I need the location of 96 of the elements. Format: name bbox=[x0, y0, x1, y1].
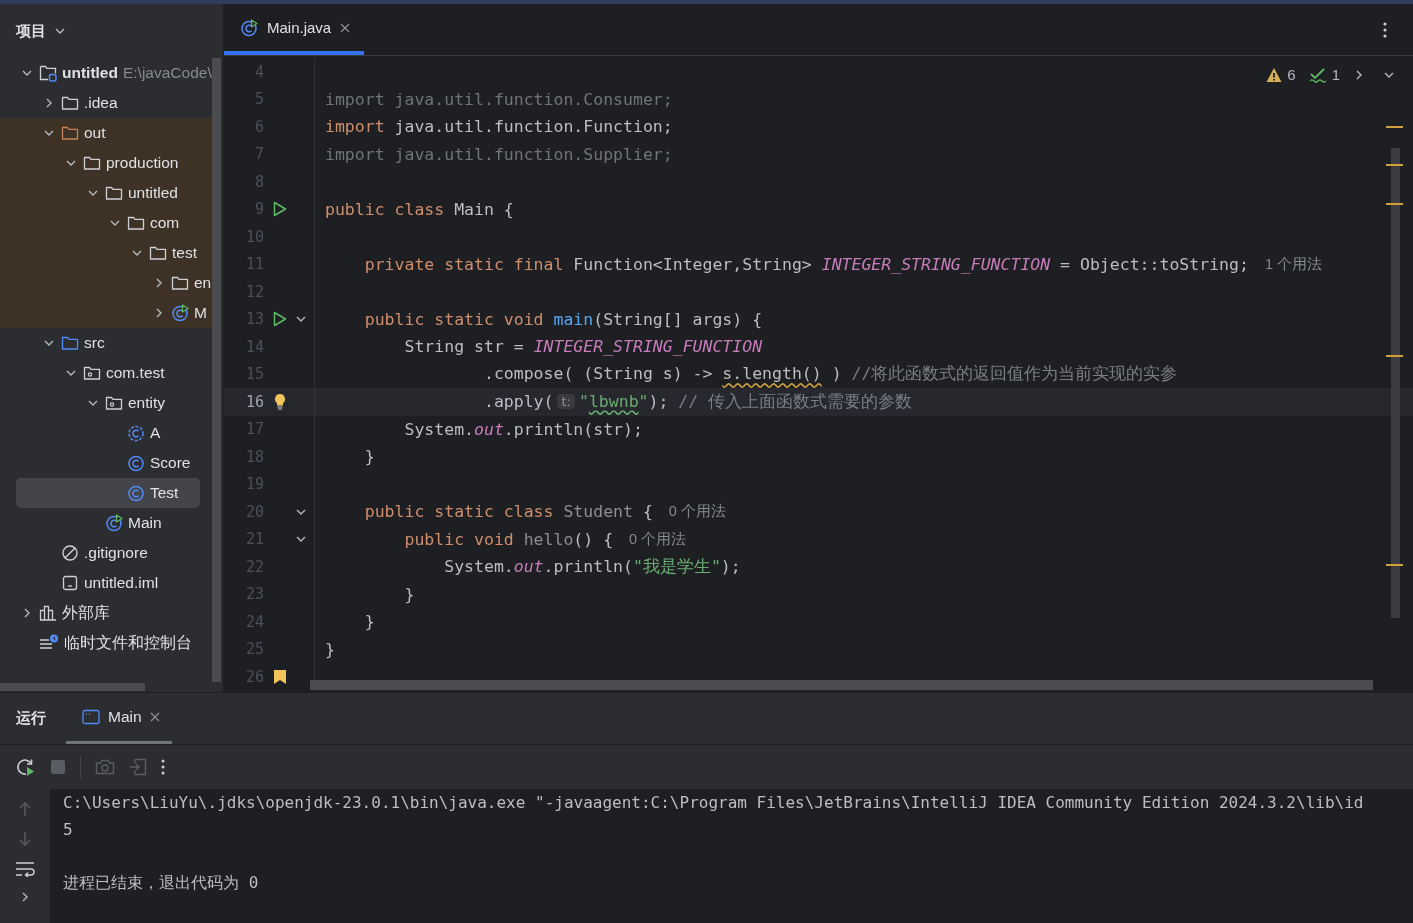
tree-item[interactable]: untitled bbox=[0, 178, 212, 208]
code-text: } bbox=[363, 612, 375, 632]
folder-icon bbox=[61, 95, 79, 111]
code-text: System.out.println(str); bbox=[403, 419, 643, 439]
warning-marker[interactable] bbox=[1386, 164, 1403, 166]
file-icon bbox=[61, 574, 79, 592]
panel-title[interactable]: 项目 bbox=[16, 21, 46, 41]
class-icon bbox=[127, 454, 145, 472]
scrollbar[interactable] bbox=[310, 680, 1373, 690]
folder-icon bbox=[61, 125, 79, 141]
path-hint: E:\javaCode\ bbox=[122, 64, 212, 82]
code-text: public void hello() { bbox=[403, 529, 614, 549]
folder-icon bbox=[149, 245, 167, 261]
rerun-icon[interactable] bbox=[16, 757, 36, 777]
close-icon[interactable] bbox=[149, 712, 160, 722]
scrollbar[interactable] bbox=[212, 58, 221, 682]
line-number: 16 bbox=[244, 392, 264, 411]
class-run-icon bbox=[240, 18, 258, 37]
window-icon bbox=[82, 709, 100, 725]
code-text: import java.util.function.Function; bbox=[325, 117, 673, 137]
console-output: 5 bbox=[62, 819, 74, 841]
close-icon[interactable] bbox=[340, 22, 351, 33]
code-text: public class Main { bbox=[325, 199, 514, 219]
tree-item[interactable]: com bbox=[0, 208, 212, 238]
run-tab[interactable]: Main bbox=[66, 693, 172, 744]
warning-icon[interactable] bbox=[1266, 66, 1283, 83]
code-text: .apply( bbox=[482, 392, 554, 412]
library-icon bbox=[39, 604, 57, 622]
tree-item[interactable]: .idea bbox=[0, 88, 212, 118]
tree-item[interactable]: out bbox=[0, 118, 212, 148]
usage-hint[interactable]: 0 个用法 bbox=[629, 529, 687, 549]
usage-hint[interactable]: 0 个用法 bbox=[668, 502, 726, 522]
tree-item[interactable]: com.test bbox=[0, 358, 212, 388]
check-icon[interactable] bbox=[1308, 66, 1327, 83]
tree-item[interactable]: untitled.iml bbox=[0, 568, 212, 598]
class-icon bbox=[127, 484, 145, 502]
code-text: private static final Function<Integer,String> INTEGER_STRING_FUNCTION = Object::toString; bbox=[363, 254, 1249, 274]
folder-icon bbox=[105, 185, 123, 201]
folder-icon bbox=[61, 335, 79, 351]
project-folder-icon bbox=[39, 64, 57, 82]
folder-icon bbox=[105, 395, 123, 411]
run-icon[interactable] bbox=[272, 311, 288, 328]
selected-tree-item[interactable]: Test bbox=[16, 478, 200, 508]
scrollbar[interactable] bbox=[1391, 148, 1400, 618]
tree-item[interactable]: M bbox=[0, 298, 212, 328]
editor-tab[interactable]: Main.java bbox=[224, 4, 365, 55]
class-icon bbox=[127, 424, 145, 442]
warning-marker[interactable] bbox=[1386, 564, 1403, 566]
code-text: import java.util.function.Consumer; bbox=[325, 89, 673, 109]
warning-marker[interactable] bbox=[1386, 355, 1403, 357]
code-text: "lbwnb"); // 传入上面函数式需要的参数 bbox=[578, 390, 913, 413]
prohibited-icon bbox=[61, 544, 79, 562]
code-text: .compose( (String s) -> s.length() ) //将此函数式的返回值作为当前实现的实参 bbox=[482, 363, 1178, 386]
code-text: public static class Student { bbox=[363, 502, 653, 522]
code-text: System.out.println("我是学生"); bbox=[443, 555, 741, 578]
warning-marker[interactable] bbox=[1386, 203, 1403, 205]
parameter-hint: t: bbox=[557, 394, 575, 410]
code-text: String str = INTEGER_STRING_FUNCTION bbox=[403, 337, 763, 357]
lightbulb-icon[interactable] bbox=[272, 392, 288, 411]
weak-warning-count: 1 bbox=[1331, 66, 1340, 83]
code-text: } bbox=[325, 639, 335, 659]
folder-icon bbox=[83, 365, 101, 381]
class-run-icon bbox=[105, 514, 123, 532]
tree-item[interactable]: production bbox=[0, 148, 212, 178]
tree-item[interactable]: 临时文件和控制台 bbox=[0, 628, 212, 658]
class-run-icon bbox=[171, 304, 189, 322]
tree-item[interactable]: test bbox=[0, 238, 212, 268]
tree-item[interactable]: .gitignore bbox=[0, 538, 212, 568]
scrollbar[interactable] bbox=[0, 683, 145, 691]
code-text: public static void main(String[] args) { bbox=[363, 309, 763, 329]
tree-item[interactable]: src bbox=[0, 328, 212, 358]
tree-item[interactable]: Score bbox=[0, 448, 212, 478]
tree-item[interactable]: Main bbox=[0, 508, 212, 538]
code-text: } bbox=[403, 584, 415, 604]
panel-title: 运行 bbox=[16, 709, 46, 728]
console-status: 进程已结束，退出代码为 0 bbox=[62, 872, 260, 894]
tree-item[interactable]: untitled E:\javaCode\ bbox=[0, 58, 212, 88]
bookmark-icon[interactable] bbox=[273, 668, 287, 685]
code-text: } bbox=[363, 447, 375, 467]
more-icon[interactable] bbox=[1383, 21, 1387, 38]
tree-item[interactable]: 外部库 bbox=[0, 598, 212, 628]
tree-item[interactable]: en bbox=[0, 268, 212, 298]
code-text: import java.util.function.Supplier; bbox=[325, 144, 673, 164]
soft-wrap-icon[interactable] bbox=[15, 861, 35, 877]
tree-item[interactable]: A bbox=[0, 418, 212, 448]
console-command: C:\Users\LiuYu\.jdks\openjdk-23.0.1\bin\java.exe "-javaagent:C:\Program Files\JetBrains\IntelliJ IDEA Community Edition 2024.3.2\lib\id bbox=[62, 792, 1364, 814]
warning-count: 6 bbox=[1287, 66, 1296, 83]
scratch-icon bbox=[39, 634, 59, 652]
folder-icon bbox=[83, 155, 101, 171]
folder-icon bbox=[127, 215, 145, 231]
more-icon[interactable] bbox=[161, 759, 165, 775]
usage-hint[interactable]: 1 个用法 bbox=[1264, 254, 1322, 274]
run-icon[interactable] bbox=[272, 201, 288, 218]
warning-marker[interactable] bbox=[1386, 126, 1403, 128]
tree-item[interactable]: entity bbox=[0, 388, 212, 418]
folder-icon bbox=[171, 275, 189, 291]
